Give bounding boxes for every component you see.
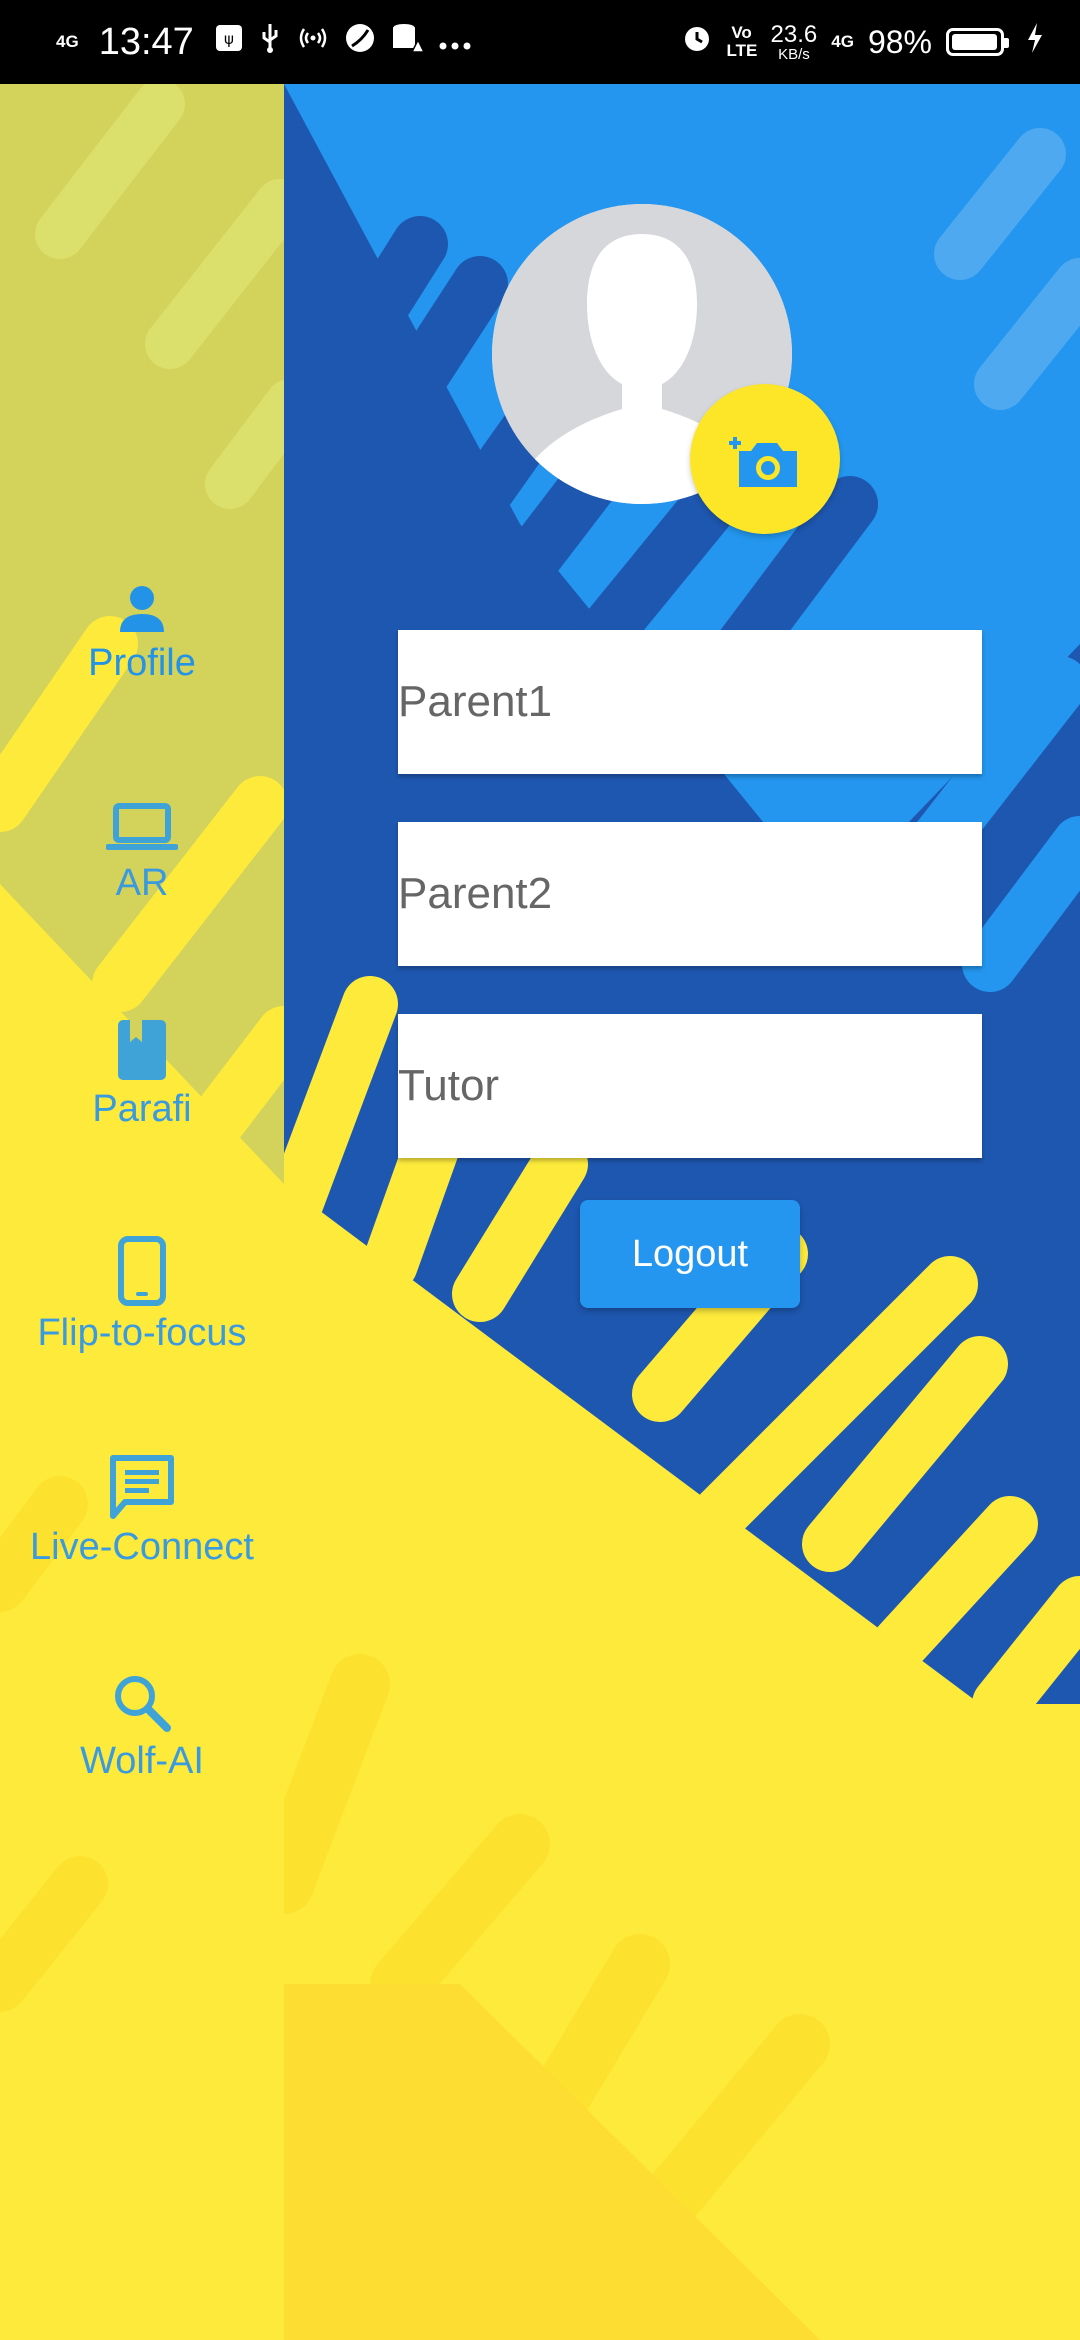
book-icon	[118, 1020, 166, 1080]
sidebar-item-label: Flip-to-focus	[37, 1312, 247, 1354]
sidebar-item-live-connect[interactable]: Live-Connect	[0, 1454, 284, 1584]
battery-fill	[952, 34, 998, 50]
sidebar-item-label: Profile	[88, 642, 196, 684]
usb-icon	[258, 22, 282, 62]
charging-icon	[1026, 23, 1044, 61]
sidebar-item-label: Parafi	[92, 1088, 192, 1130]
sidebar-item-ar[interactable]: AR	[0, 800, 284, 930]
battery-icon	[946, 28, 1009, 56]
person-icon	[120, 586, 164, 632]
sidebar-item-label: AR	[115, 862, 169, 904]
sidebar-item-label: Live-Connect	[30, 1526, 254, 1568]
sidebar: Profile AR Parafi Flip-to-focus Live-Con…	[0, 84, 284, 2340]
parent2-field[interactable]	[398, 822, 982, 966]
net-speed: 23.6 KB/s	[770, 20, 818, 63]
screen: 4G 13:47 ψ Vo LTE 23.6 KB/s 4G 98% Profi…	[0, 0, 1080, 2340]
status-right: Vo LTE 23.6 KB/s 4G 98%	[681, 22, 1044, 62]
alarm-icon	[681, 22, 713, 62]
usb-debug-icon: ψ	[214, 23, 244, 61]
parent1-field[interactable]	[398, 630, 982, 774]
sidebar-item-wolf-ai[interactable]: Wolf-AI	[0, 1672, 284, 1802]
leaf-icon	[344, 22, 376, 62]
status-left: 4G 13:47 ψ	[56, 21, 472, 64]
add-camera-icon	[729, 437, 797, 487]
status-bar: 4G 13:47 ψ Vo LTE 23.6 KB/s 4G 98%	[0, 0, 1080, 84]
network-type-right: 4G	[831, 32, 854, 51]
more-icon	[438, 25, 472, 59]
volte-badge: Vo LTE	[726, 23, 758, 60]
storage-warning-icon	[390, 22, 425, 62]
sidebar-item-label: Wolf-AI	[80, 1740, 204, 1782]
chat-icon	[110, 1455, 174, 1519]
tutor-input[interactable]	[398, 1014, 982, 1158]
logout-button[interactable]: Logout	[580, 1200, 800, 1308]
svg-text:ψ: ψ	[224, 30, 234, 48]
phone-icon	[118, 1236, 166, 1306]
sidebar-item-parafi[interactable]: Parafi	[0, 1018, 284, 1148]
add-photo-button[interactable]	[690, 384, 840, 534]
battery-percent: 98%	[867, 23, 932, 60]
parent1-input[interactable]	[398, 630, 982, 774]
network-type-left: 4G	[56, 32, 79, 51]
net-speed-unit: KB/s	[778, 45, 810, 63]
sidebar-item-flip-to-focus[interactable]: Flip-to-focus	[0, 1236, 284, 1366]
parent2-input[interactable]	[398, 822, 982, 966]
laptop-icon	[106, 803, 178, 850]
net-speed-value: 23.6	[770, 20, 818, 48]
hotspot-icon	[296, 23, 330, 61]
sidebar-item-profile[interactable]: Profile	[0, 580, 284, 710]
clock: 13:47	[98, 20, 194, 63]
search-icon	[115, 1676, 171, 1732]
tutor-field[interactable]	[398, 1014, 982, 1158]
